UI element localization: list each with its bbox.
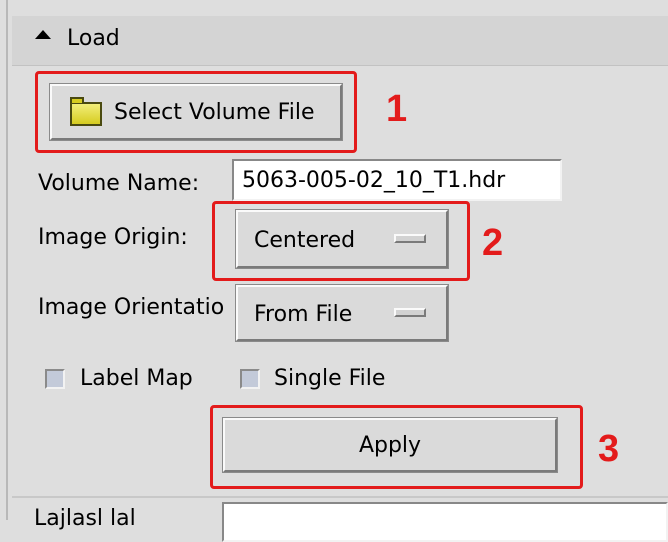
image-orientation-dropdown[interactable]: From File [236,285,448,341]
bottom-field-input[interactable] [222,502,668,542]
image-origin-value: Centered [254,228,356,253]
dropdown-indicator-icon [394,234,426,243]
section-bottom-divider [12,496,668,498]
select-volume-file-label: Select Volume File [114,100,315,125]
image-orientation-value: From File [254,302,353,327]
panel-left-border [6,0,8,520]
volume-name-label: Volume Name: [38,171,200,196]
section-title: Load [67,26,120,51]
apply-label: Apply [358,433,422,458]
load-section-header[interactable]: Load [12,16,668,66]
annotation-number-2: 2 [482,222,504,264]
image-origin-label: Image Origin: [38,225,188,250]
single-file-checkbox[interactable] [240,369,260,389]
image-origin-dropdown[interactable]: Centered [236,210,448,268]
select-volume-file-button[interactable]: Select Volume File [50,84,342,140]
dropdown-indicator-icon [394,308,426,317]
label-map-label: Label Map [80,366,193,391]
label-map-checkbox[interactable] [45,369,65,389]
image-orientation-label: Image Orientatio [38,295,225,320]
volume-name-value: 5063-005-02_10_T1.hdr [242,168,506,193]
volume-name-field[interactable]: 5063-005-02_10_T1.hdr [232,159,562,201]
annotation-number-1: 1 [386,88,408,130]
apply-button[interactable]: Apply [223,418,557,472]
collapse-triangle-icon[interactable] [35,30,51,39]
single-file-label: Single File [274,366,386,391]
folder-icon [70,97,102,126]
bottom-field-label: Lajlasl lal [34,506,136,531]
annotation-number-3: 3 [598,428,620,470]
